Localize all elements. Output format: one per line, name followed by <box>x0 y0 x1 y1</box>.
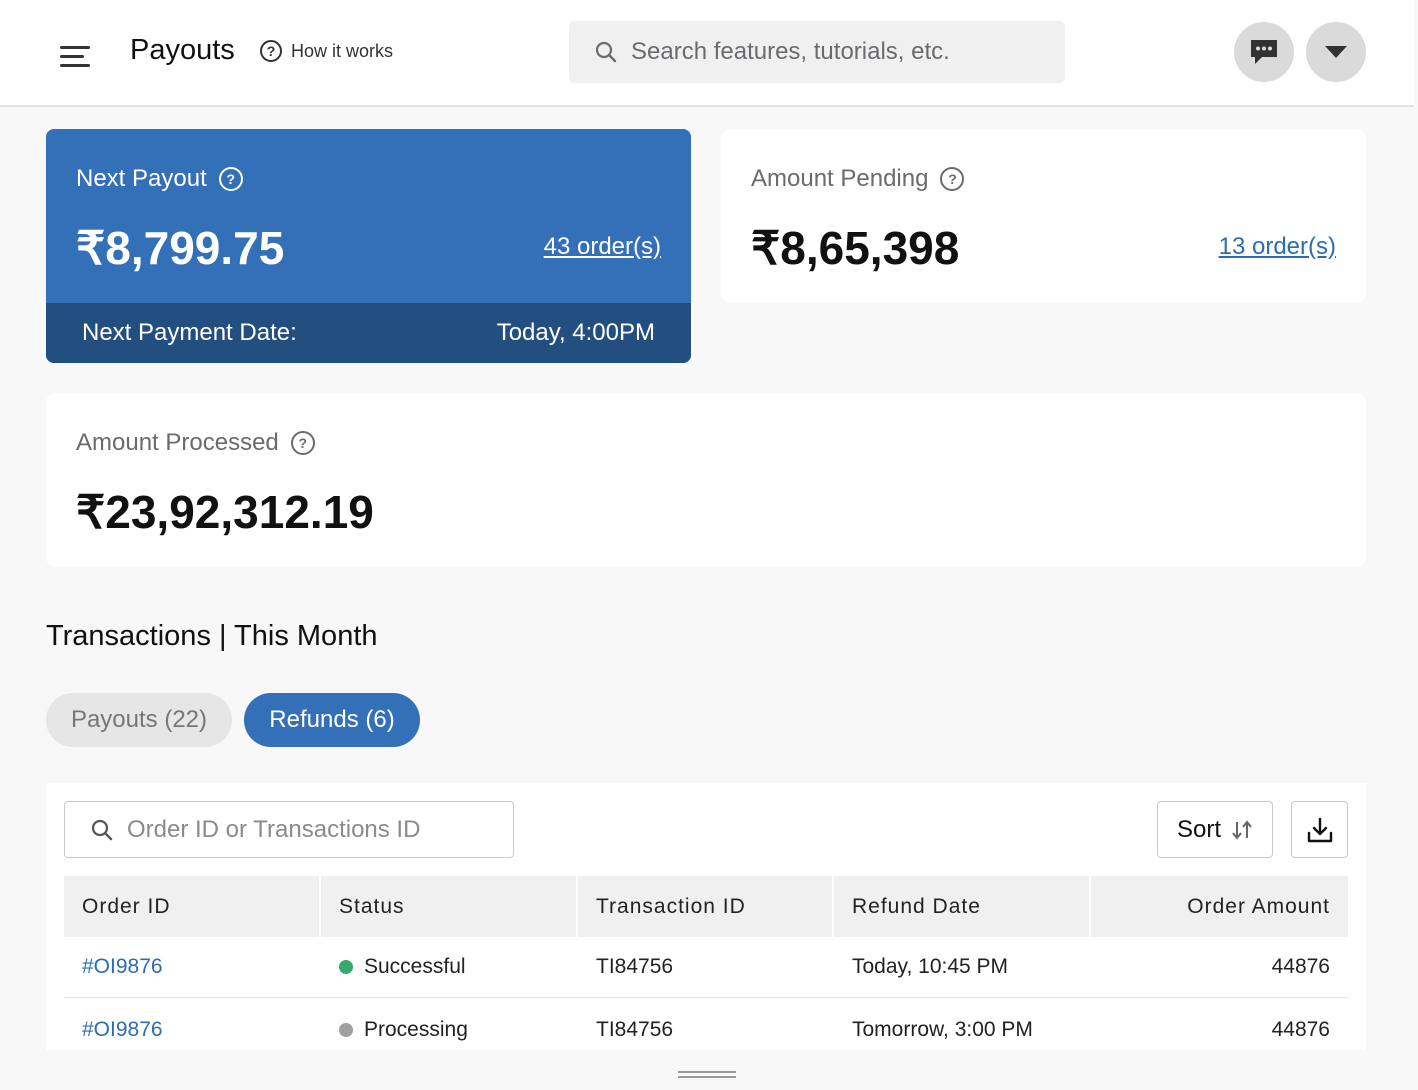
status-dot-icon <box>339 960 353 974</box>
amount-processed-card: Amount Processed ? ₹23,92,312.19 <box>46 393 1366 567</box>
next-payout-label: Next Payout <box>76 165 207 192</box>
search-icon <box>595 41 617 63</box>
status-text: Successful <box>364 955 466 978</box>
tab-payouts[interactable]: Payouts (22) <box>46 693 232 747</box>
help-icon[interactable]: ? <box>940 167 965 191</box>
column-header-transaction-id[interactable]: Transaction ID <box>578 876 834 937</box>
hamburger-menu-icon[interactable] <box>60 44 92 70</box>
column-header-order-amount[interactable]: Order Amount <box>1091 876 1348 937</box>
amount-pending-card: Amount Pending ? ₹8,65,398 13 order(s) <box>721 129 1366 303</box>
table-header: Order ID Status Transaction ID Refund Da… <box>64 876 1348 937</box>
transactions-table-panel: Sort Order ID Status Transaction ID Refu… <box>46 783 1366 1050</box>
refund-date-cell: Tomorrow, 3:00 PM <box>852 1017 1033 1041</box>
amount-pending-label: Amount Pending <box>751 165 929 192</box>
chat-feedback-icon <box>1251 40 1277 64</box>
help-icon: ? <box>260 40 282 62</box>
page-title: Payouts <box>130 34 235 66</box>
help-icon[interactable]: ? <box>218 167 243 191</box>
download-icon <box>1307 817 1332 842</box>
transactions-title: Transactions | This Month <box>46 620 378 652</box>
amount-processed-amount: ₹23,92,312.19 <box>76 486 374 538</box>
sort-button[interactable]: Sort <box>1157 801 1273 858</box>
how-it-works-label: How it works <box>291 40 394 61</box>
order-amount-cell: 44876 <box>1271 1017 1330 1041</box>
refund-date-cell: Today, 10:45 PM <box>852 955 1009 978</box>
table-row: #OI9876 Successful TI84756 Today, 10:45 … <box>64 937 1348 998</box>
next-payout-orders-link[interactable]: 43 order(s) <box>544 233 661 261</box>
amount-pending-label-row: Amount Pending ? <box>751 165 965 193</box>
sort-arrows-icon <box>1232 819 1252 840</box>
status-dot-icon <box>339 1022 353 1037</box>
how-it-works-link[interactable]: ? How it works <box>260 40 393 62</box>
top-header: Payouts ? How it works <box>0 0 1414 107</box>
next-payout-amount: ₹8,799.75 <box>76 222 285 274</box>
column-header-refund-date[interactable]: Refund Date <box>834 876 1091 937</box>
next-payment-date-value: Today, 4:00PM <box>496 319 655 346</box>
column-header-order-id[interactable]: Order ID <box>64 876 321 937</box>
table-row: #OI9876 Processing TI84756 Tomorrow, 3:0… <box>64 999 1348 1060</box>
status-cell: Successful <box>321 937 578 997</box>
column-header-status[interactable]: Status <box>321 876 578 937</box>
next-payout-card: Next Payout ? ₹8,799.75 43 order(s) Next… <box>46 129 691 363</box>
transaction-filter-bar[interactable] <box>64 801 514 858</box>
transaction-id-cell: TI84756 <box>596 955 674 978</box>
amount-processed-label-row: Amount Processed ? <box>76 429 315 457</box>
help-icon[interactable]: ? <box>290 431 315 455</box>
feedback-button[interactable] <box>1234 22 1294 82</box>
order-amount-cell: 44876 <box>1271 955 1330 978</box>
sort-label: Sort <box>1176 815 1221 843</box>
search-icon <box>91 819 113 840</box>
bottom-sheet-drag-handle[interactable] <box>678 1071 736 1078</box>
amount-pending-amount: ₹8,65,398 <box>751 222 960 274</box>
status-text: Processing <box>364 1017 468 1041</box>
caret-down-icon <box>1325 46 1347 58</box>
tab-refunds[interactable]: Refunds (6) <box>244 693 420 747</box>
next-payment-date-bar: Next Payment Date: Today, 4:00PM <box>46 303 691 363</box>
transaction-id-cell: TI84756 <box>596 1017 674 1041</box>
download-button[interactable] <box>1291 801 1348 858</box>
amount-processed-label: Amount Processed <box>76 429 279 456</box>
next-payout-label-row: Next Payout ? <box>76 165 243 193</box>
order-id-link[interactable]: #OI9876 <box>64 999 321 1060</box>
transaction-filter-input[interactable] <box>127 815 507 844</box>
amount-pending-orders-link[interactable]: 13 order(s) <box>1219 233 1336 261</box>
search-bar[interactable] <box>569 21 1065 83</box>
account-dropdown-button[interactable] <box>1306 22 1366 82</box>
status-cell: Processing <box>321 999 578 1060</box>
order-id-link[interactable]: #OI9876 <box>64 937 321 997</box>
next-payment-date-label: Next Payment Date: <box>82 319 297 346</box>
search-input[interactable] <box>631 38 1051 66</box>
